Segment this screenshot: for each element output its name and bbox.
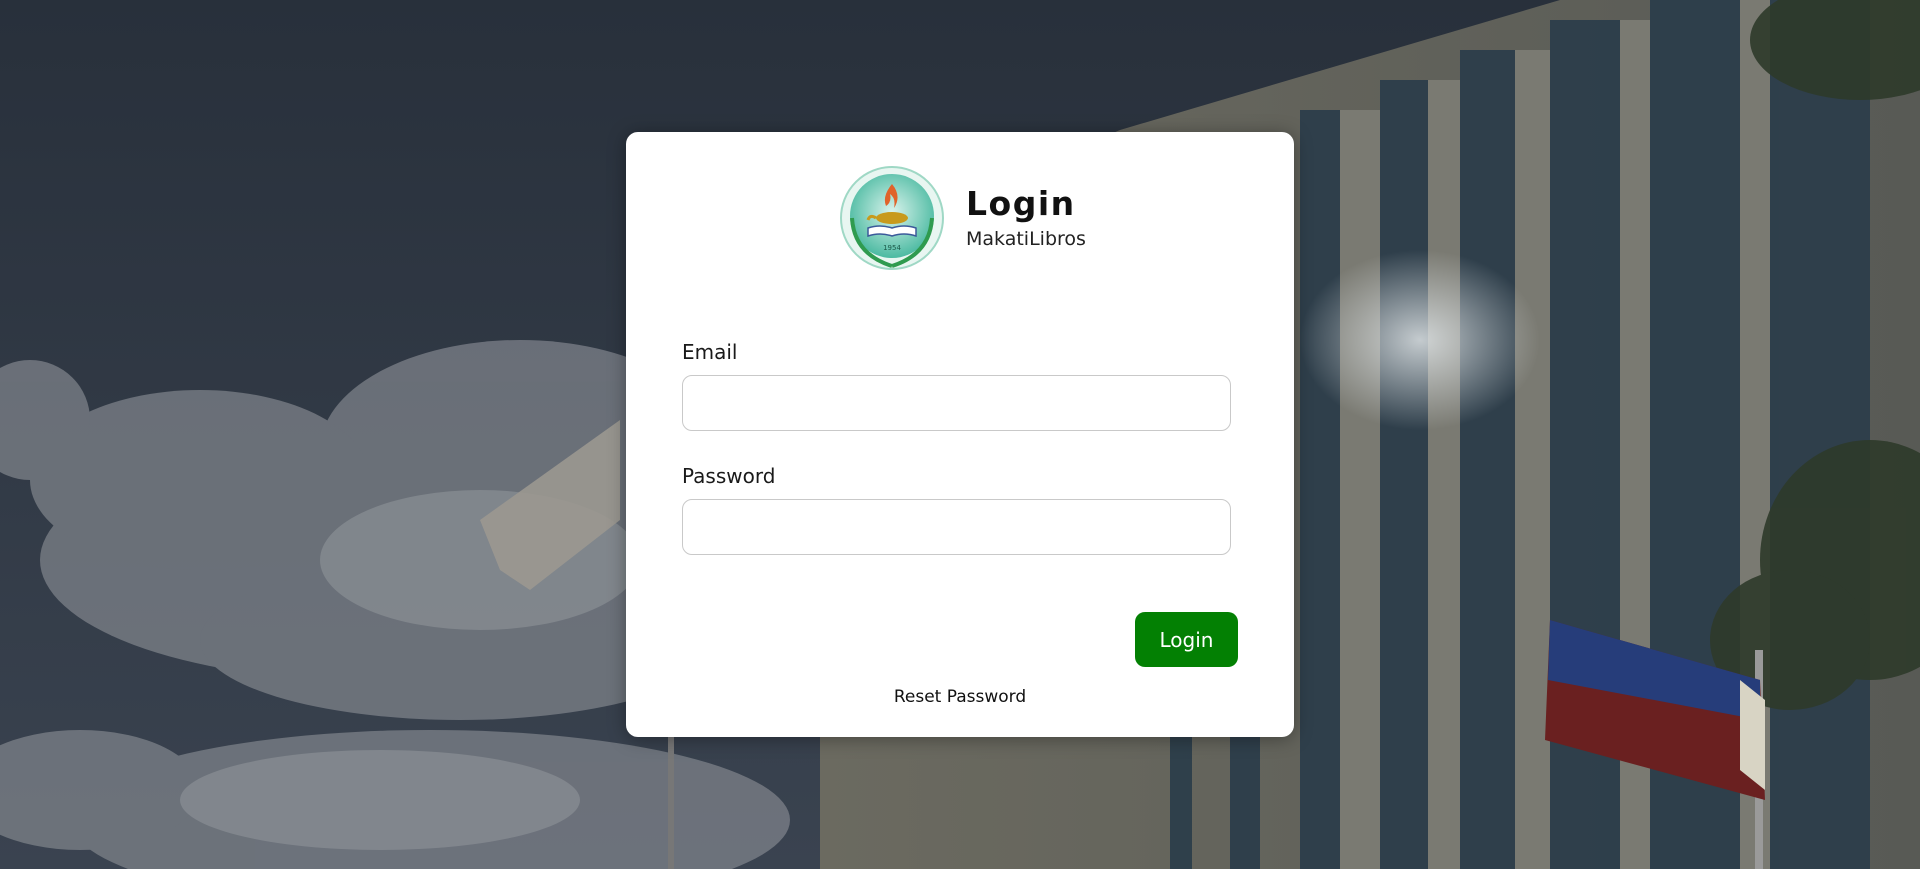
page-title: Login [966,184,1076,223]
email-field[interactable] [682,375,1231,431]
reset-password-row: Reset Password [626,687,1294,707]
makati-city-library-logo: 1954 [836,166,948,270]
login-button[interactable]: Login [1135,612,1238,667]
password-field[interactable] [682,499,1231,555]
password-label: Password [682,464,776,488]
app-name: MakatiLibros [966,228,1086,250]
logo-year-text: 1954 [883,244,901,252]
brand-header: 1954 Login MakatiLibros [836,166,1086,270]
reset-password-link[interactable]: Reset Password [894,687,1026,707]
login-card: 1954 Login MakatiLibros Email Password L… [626,132,1294,737]
brand-text: Login MakatiLibros [966,184,1086,252]
email-label: Email [682,340,738,364]
